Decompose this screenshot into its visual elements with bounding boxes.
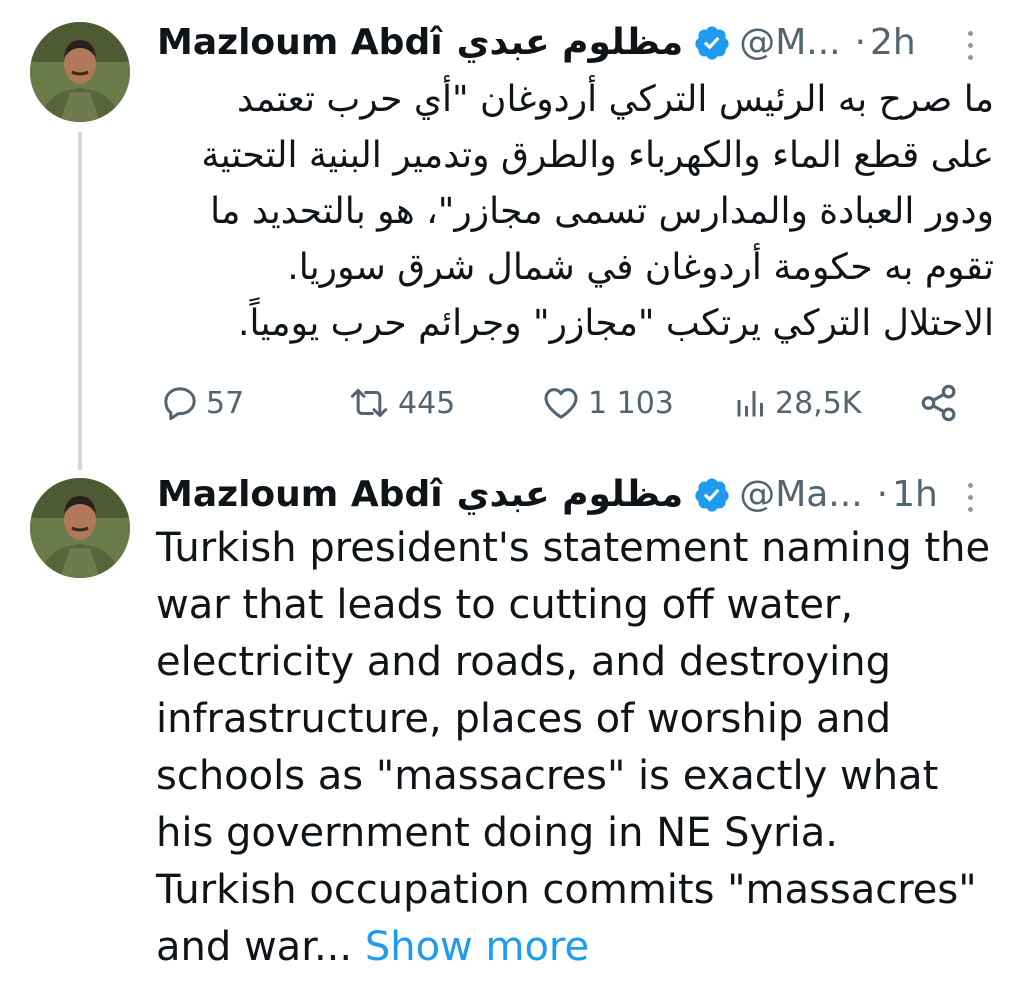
- retweet-icon: [350, 389, 388, 417]
- reply-button[interactable]: 57: [160, 378, 244, 428]
- tweet-header: Mazloum Abdî مظلوم عبدي @M... · 2h: [157, 18, 976, 68]
- author-name[interactable]: Mazloum Abdî: [157, 470, 443, 520]
- tweet-text-line: على قطع الماء والكهرباء والطرق وتدمير ال…: [201, 135, 994, 176]
- author-handle[interactable]: @M...: [739, 18, 840, 68]
- separator-dot: ·: [876, 474, 889, 515]
- tweet-header: Mazloum Abdî مظلوم عبدي @Ma... · 1h: [157, 470, 976, 520]
- more-options-icon[interactable]: [960, 22, 980, 68]
- author-avatar[interactable]: [30, 478, 130, 578]
- tweet-text-line: Turkish president's statement naming the: [156, 525, 991, 571]
- author-name-arabic[interactable]: مظلوم عبدي: [457, 470, 684, 520]
- heart-icon: [544, 388, 578, 419]
- more-options-icon[interactable]: [960, 474, 980, 520]
- tweet-text-line: his government doing in NE Syria.: [156, 810, 838, 856]
- author-handle[interactable]: @Ma...: [739, 470, 862, 520]
- tweet-text-line: ما صرح به الرئيس التركي أردوغان "أي حرب …: [237, 79, 994, 120]
- share-icon: [921, 384, 956, 422]
- like-button[interactable]: 1 103: [540, 378, 674, 428]
- tweet-2[interactable]: Mazloum Abdî مظلوم عبدي @Ma... · 1h Turk…: [0, 470, 1024, 1006]
- reply-count: 57: [206, 385, 245, 421]
- verified-badge-icon: [695, 26, 729, 60]
- views-button[interactable]: 28,5K: [733, 378, 861, 428]
- tweet-actions: 57 445 1 103 28,5K: [0, 378, 1024, 428]
- retweet-button[interactable]: 445: [346, 378, 455, 428]
- like-count: 1 103: [588, 385, 674, 421]
- tweet-text-line: ودور العبادة والمدارس تسمى مجازر"، هو با…: [210, 191, 994, 232]
- retweet-count: 445: [398, 385, 456, 421]
- separator-dot: ·: [854, 22, 867, 63]
- tweet-timestamp[interactable]: 1h: [892, 470, 938, 520]
- share-button[interactable]: [918, 378, 960, 428]
- tweet-text-line: schools as "massacres" is exactly what: [156, 753, 939, 799]
- reply-icon: [164, 387, 196, 421]
- avatar-photo-icon: [30, 22, 130, 122]
- author-avatar[interactable]: [30, 22, 130, 122]
- verified-badge-icon: [695, 478, 729, 512]
- author-name-arabic[interactable]: مظلوم عبدي: [457, 18, 684, 68]
- tweet-text-line: الاحتلال التركي يرتكب "مجازر" وجرائم حرب…: [238, 303, 994, 344]
- tweet-text-line: electricity and roads, and destroying: [156, 639, 891, 685]
- tweet-text: ما صرح به الرئيس التركي أردوغان "أي حرب …: [152, 72, 994, 352]
- tweet-text-last-line: and war... Show more: [156, 919, 994, 976]
- author-name[interactable]: Mazloum Abdî: [157, 18, 443, 68]
- avatar-photo-icon: [30, 478, 130, 578]
- tweet-text-line: war that leads to cutting off water,: [156, 582, 854, 628]
- tweet-timestamp[interactable]: 2h: [870, 18, 916, 68]
- tweet-text-line: Turkish occupation commits "massacres": [156, 867, 977, 913]
- tweet-1[interactable]: Mazloum Abdî مظلوم عبدي @M... · 2h ما صر…: [0, 0, 1024, 470]
- show-more-link[interactable]: Show more: [365, 924, 589, 970]
- views-count: 28,5K: [775, 385, 862, 421]
- tweet-text: Turkish president's statement naming the…: [156, 520, 994, 976]
- tweet-text-line: infrastructure, places of worship and: [156, 696, 892, 742]
- tweet-text-line: تقوم به حكومة أردوغان في شمال شرق سوريا.: [287, 247, 994, 288]
- tweet-text-truncated: and war...: [156, 924, 353, 970]
- views-chart-icon: [737, 391, 763, 417]
